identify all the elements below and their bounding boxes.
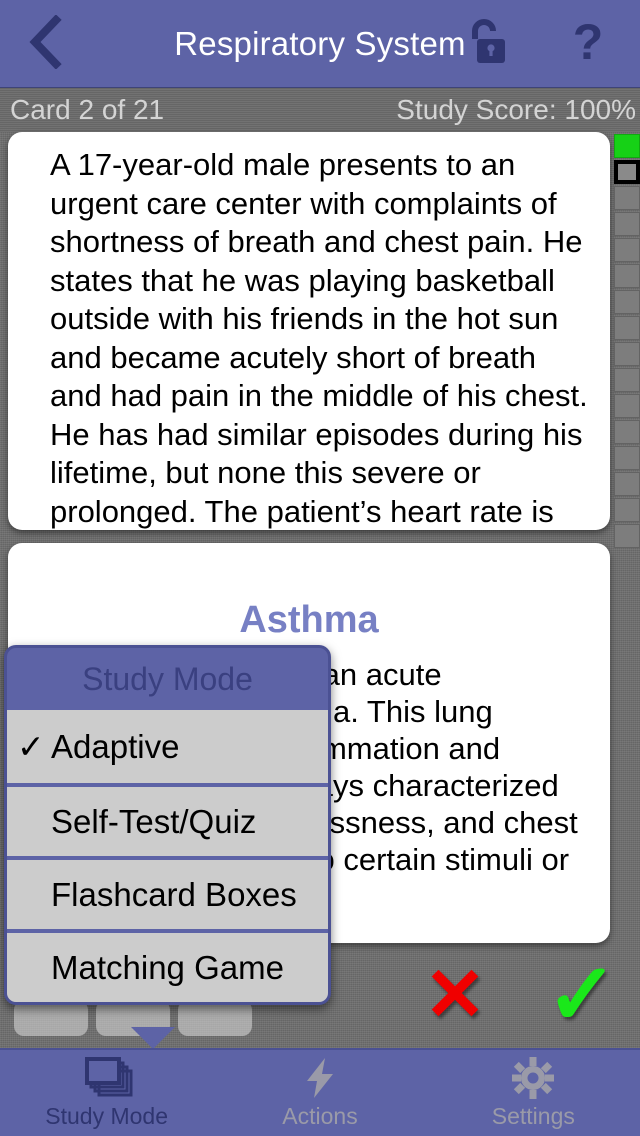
study-mode-popover: Study Mode ✓ Adaptive Self-Test/Quiz Flashc… [4,645,331,1005]
obscured-toolbar-button-1[interactable] [14,1000,88,1036]
tab-study-mode-label: Study Mode [45,1102,169,1129]
tab-actions[interactable]: Actions [213,1050,426,1136]
tab-study-mode[interactable]: Study Mode [0,1050,213,1136]
chevron-left-icon [28,13,62,74]
page-title: Respiratory System [174,25,466,62]
unlocked-padlock-icon [463,17,511,72]
answer-title: Asthma [239,599,379,641]
flashcard-box-cell-gray[interactable] [614,290,640,314]
study-mode-option-3[interactable]: Matching Game [7,929,328,1002]
study-mode-option-1[interactable]: Self-Test/Quiz [7,783,328,856]
tab-settings[interactable]: Settings [427,1050,640,1136]
study-mode-option-2[interactable]: Flashcard Boxes [7,856,328,929]
card-counter: Card 2 of 21 [10,94,165,125]
study-mode-option-label: Self-Test/Quiz [51,802,257,840]
tab-bar: Study Mode Actions Settings [0,1048,640,1136]
question-text: A 17-year-old male presents to an urgent… [50,147,588,529]
flashcard-box-column[interactable] [614,134,640,548]
study-mode-option-0[interactable]: ✓ Adaptive [7,710,328,783]
flashcard-box-cell-gray[interactable] [614,498,640,522]
check-icon: ✓ [17,728,45,765]
flashcard-box-cell-gray[interactable] [614,420,640,444]
navigation-bar: Respiratory System ? [0,0,640,88]
mark-right-button[interactable]: ✓ [546,952,618,1038]
study-mode-option-label: Flashcard Boxes [51,875,297,913]
back-button[interactable] [14,13,76,74]
flashcard-box-cell-done[interactable] [614,134,640,158]
flashcard-box-cell-gray[interactable] [614,472,640,496]
stacked-cards-icon [79,1056,135,1099]
obscured-toolbar-button-3[interactable] [178,1000,252,1036]
lock-toggle-button[interactable] [455,14,519,74]
help-button[interactable]: ? [556,10,620,74]
flashcard-box-cell-gray[interactable] [614,368,640,392]
flashcard-box-cell-gray[interactable] [614,238,640,262]
mark-wrong-button[interactable]: ✕ [424,958,486,1032]
flashcard-box-cell-gray[interactable] [614,524,640,548]
question-card[interactable]: A 17-year-old male presents to an urgent… [8,132,610,530]
flashcard-box-cell-gray[interactable] [614,394,640,418]
lightning-bolt-icon [299,1057,341,1099]
popover-title: Study Mode [82,660,253,697]
flashcard-box-cell-gray[interactable] [614,212,640,236]
gear-icon [512,1056,555,1099]
tab-actions-label: Actions [282,1102,358,1129]
flashcard-box-cell-gray[interactable] [614,446,640,470]
study-score: Study Score: 100% [396,94,636,125]
study-mode-option-label: Adaptive [51,727,180,765]
flashcard-box-cell-gray[interactable] [614,186,640,210]
flashcard-box-cell-gray[interactable] [614,342,640,366]
popover-arrow-icon [131,1027,175,1049]
status-bar: Card 2 of 21 Study Score: 100% [0,88,640,132]
flashcard-box-cell-current[interactable] [614,160,640,184]
tab-settings-label: Settings [491,1102,575,1129]
study-mode-option-label: Matching Game [51,948,284,986]
flashcard-box-cell-gray[interactable] [614,264,640,288]
flashcard-box-cell-gray[interactable] [614,316,640,340]
